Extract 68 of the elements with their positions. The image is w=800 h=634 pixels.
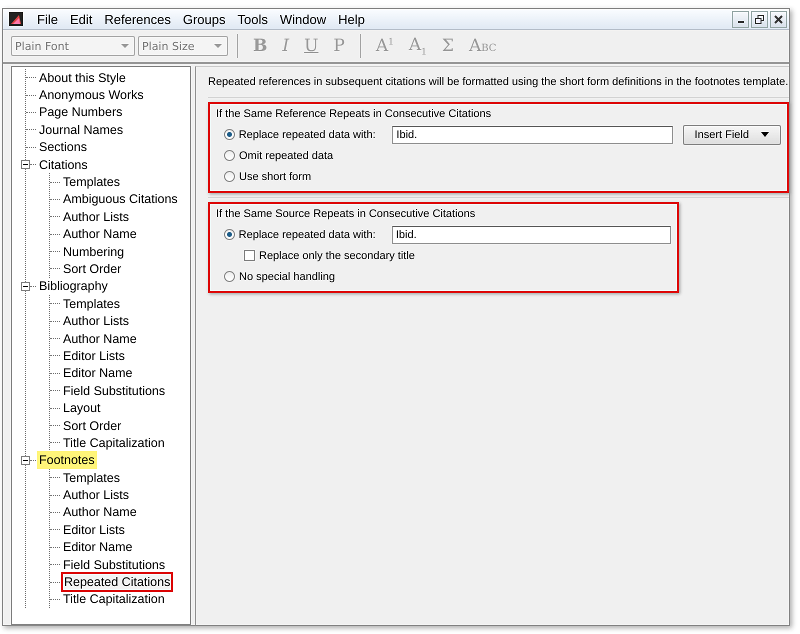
option-label: Replace repeated data with: bbox=[238, 128, 377, 140]
restore-button[interactable] bbox=[751, 10, 768, 28]
collapse-toggle-icon[interactable] bbox=[21, 282, 30, 291]
tree-item[interactable]: Sort Order bbox=[61, 416, 124, 435]
tree-item[interactable]: Author Name bbox=[61, 503, 139, 522]
tree-item[interactable]: Editor Lists bbox=[61, 520, 127, 539]
tree-item[interactable]: Numbering bbox=[61, 242, 126, 261]
tree-item[interactable]: Templates bbox=[61, 294, 122, 313]
tree-item[interactable]: Author Name bbox=[61, 330, 139, 348]
option-label: Replace only the secondary title bbox=[259, 250, 415, 262]
caret-icon bbox=[760, 132, 769, 137]
tree-item[interactable]: Anonymous Works bbox=[37, 86, 146, 104]
tree-item[interactable]: Repeated Citations bbox=[61, 572, 174, 592]
tree-item[interactable]: Layout bbox=[61, 399, 103, 418]
collapse-toggle-icon[interactable] bbox=[21, 456, 30, 465]
menu-item[interactable]: References bbox=[98, 12, 177, 26]
collapse-toggle-icon[interactable] bbox=[21, 160, 30, 170]
tree-item[interactable]: About this Style bbox=[37, 68, 128, 87]
group-title: If the Same Source Repeats in Consecutive Citations bbox=[216, 208, 476, 220]
tree-item[interactable]: Ambiguous Citations bbox=[61, 190, 180, 208]
tree-item[interactable]: Footnotes bbox=[37, 451, 97, 470]
radio-button[interactable] bbox=[224, 229, 235, 240]
menu-item[interactable]: Window bbox=[274, 12, 332, 26]
tree-item[interactable]: Citations bbox=[37, 156, 90, 174]
tree-item[interactable]: Author Lists bbox=[61, 486, 132, 504]
checkbox[interactable] bbox=[244, 250, 255, 261]
tree-item[interactable]: Editor Lists bbox=[61, 346, 127, 365]
size-dropdown[interactable]: Plain Size bbox=[138, 36, 228, 56]
option-label: Replace repeated data with: bbox=[238, 228, 377, 240]
tree-item[interactable]: Bibliography bbox=[37, 277, 110, 296]
insert-field-button[interactable]: Insert Field bbox=[682, 124, 781, 144]
tree-item[interactable]: Author Lists bbox=[61, 208, 132, 226]
tree-item[interactable]: Journal Names bbox=[37, 120, 126, 139]
tree-item[interactable]: Templates bbox=[61, 173, 122, 192]
text-field[interactable]: Ibid. bbox=[392, 126, 673, 144]
tree-item[interactable]: Field Substitutions bbox=[61, 382, 168, 400]
description-text: Repeated references in subsequent citations will be formatted using the short form definitions in the footnotes template. bbox=[207, 75, 789, 90]
tree-item[interactable]: Title Capitalization bbox=[61, 434, 167, 452]
font-dropdown[interactable]: Plain Font bbox=[11, 36, 135, 56]
option-label: Omit repeated data bbox=[239, 150, 334, 162]
tree-item[interactable]: Author Name bbox=[61, 225, 139, 244]
restore-icon bbox=[755, 14, 764, 24]
option-label: No special handling bbox=[239, 270, 336, 282]
menu-item[interactable]: Help bbox=[332, 12, 371, 26]
tree-item[interactable]: Field Substitutions bbox=[61, 556, 168, 574]
tree-item[interactable]: Sort Order bbox=[61, 260, 124, 278]
minimize-button[interactable] bbox=[732, 10, 749, 28]
tree-item[interactable]: Editor Name bbox=[61, 364, 134, 382]
radio-button[interactable] bbox=[224, 129, 235, 140]
menu-item[interactable]: Tools bbox=[231, 12, 274, 26]
text-field[interactable]: Ibid. bbox=[392, 226, 671, 244]
close-button[interactable] bbox=[770, 10, 787, 28]
radio-button[interactable] bbox=[224, 171, 235, 182]
tree-item[interactable]: Sections bbox=[37, 138, 89, 156]
app-logo-icon bbox=[9, 12, 23, 26]
menu-item[interactable]: Edit bbox=[64, 12, 98, 26]
close-icon bbox=[774, 14, 783, 24]
menu-item[interactable]: File bbox=[31, 12, 64, 26]
tree-item[interactable]: Templates bbox=[61, 468, 122, 487]
tree-item[interactable]: Editor Name bbox=[61, 538, 134, 556]
radio-button[interactable] bbox=[224, 150, 235, 161]
radio-button[interactable] bbox=[224, 271, 235, 282]
option-label: Use short form bbox=[239, 170, 312, 182]
tree-item[interactable]: Title Capitalization bbox=[61, 590, 167, 608]
tree-item[interactable]: Author Lists bbox=[61, 312, 132, 330]
tree-item[interactable]: Page Numbers bbox=[37, 103, 124, 122]
menu-item[interactable]: Groups bbox=[176, 12, 232, 26]
group-title: If the Same Reference Repeats in Consecutive Citations bbox=[216, 108, 492, 120]
